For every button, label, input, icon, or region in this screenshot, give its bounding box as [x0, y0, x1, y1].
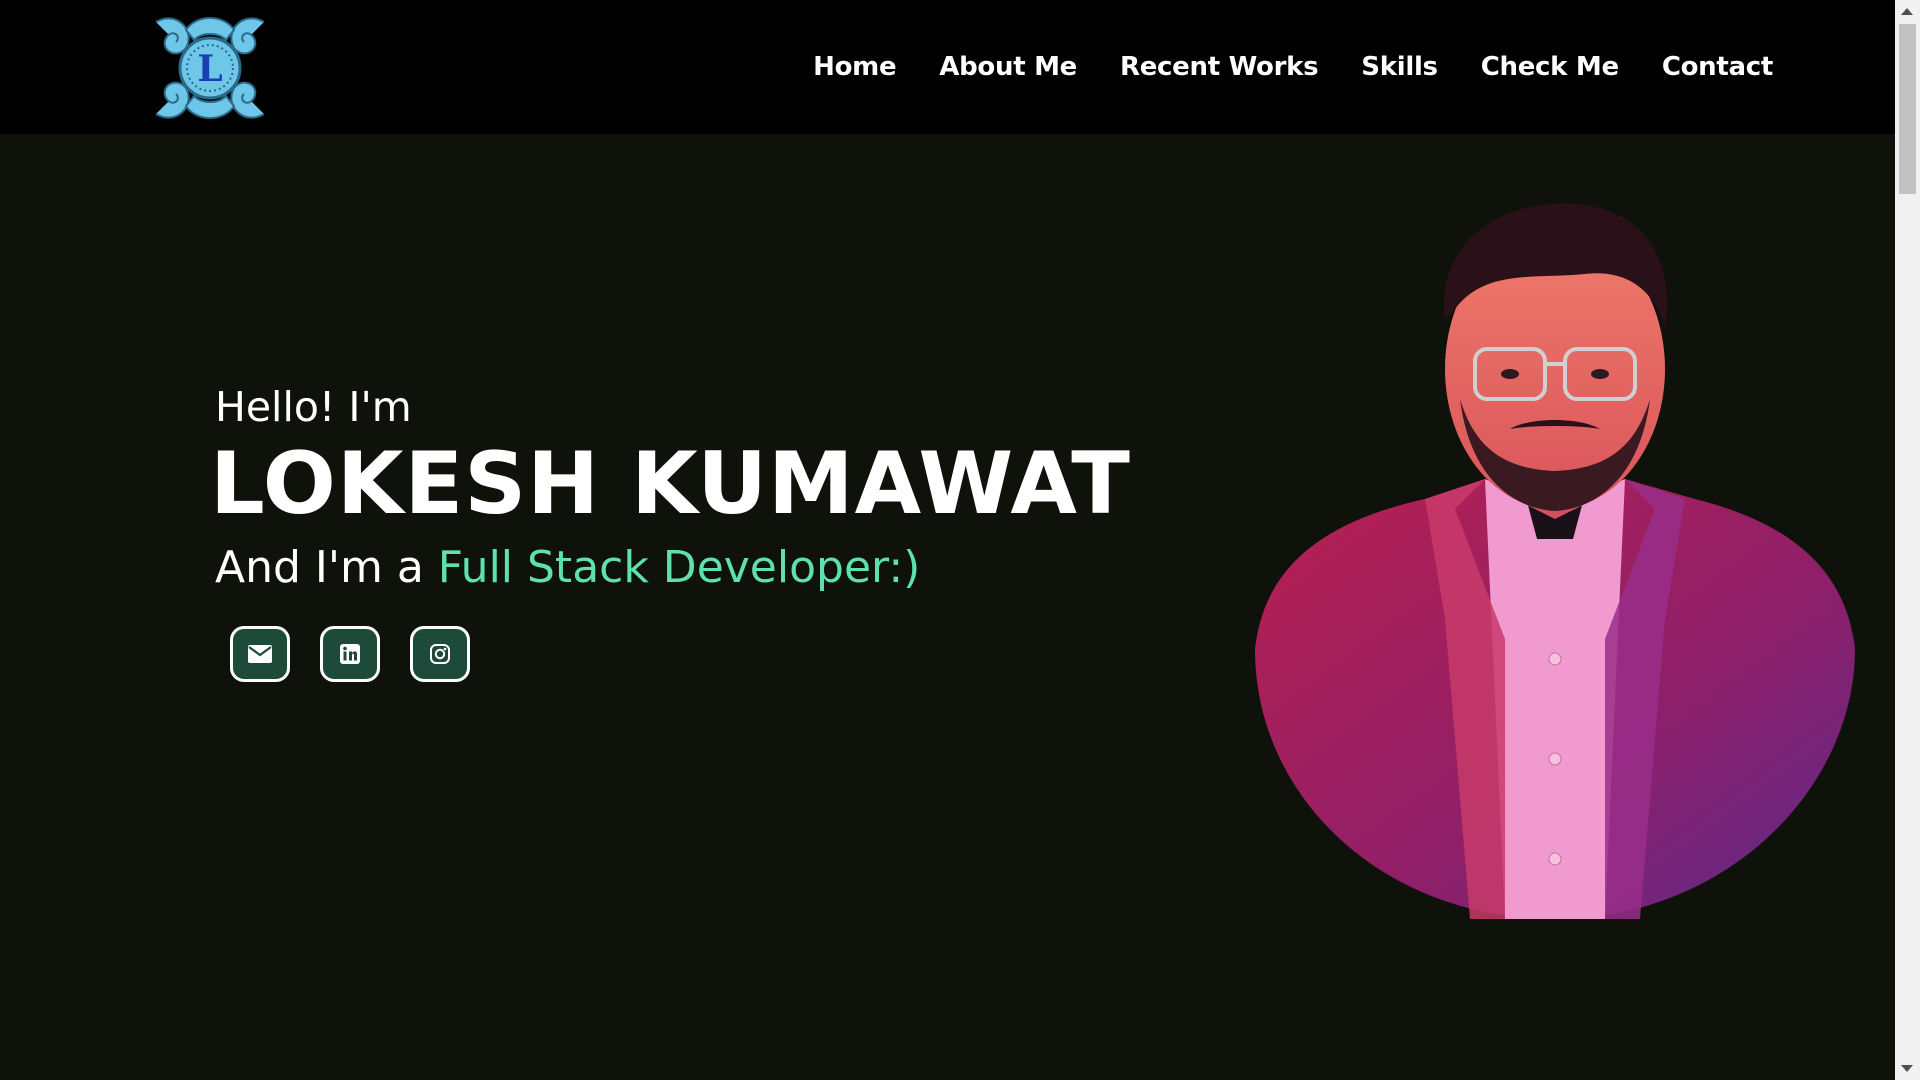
nav-home[interactable]: Home [813, 52, 896, 82]
hero-section: Hello! I'm LOKESH KUMAWAT And I'm a Full… [0, 134, 1895, 1080]
email-button[interactable] [230, 626, 290, 682]
hero-role-prefix: And I'm a [215, 542, 438, 593]
scroll-down-icon[interactable] [1901, 1065, 1913, 1072]
hero-role: Full Stack Developer:) [437, 542, 921, 593]
hero-greeting: Hello! I'm [215, 383, 412, 431]
logo-emblem-icon: L [155, 17, 265, 119]
nav-check-me[interactable]: Check Me [1481, 52, 1619, 82]
site-logo[interactable]: L [146, 10, 274, 126]
linkedin-icon [340, 644, 360, 664]
nav-about-me[interactable]: About Me [939, 52, 1077, 82]
page: L Home About Me Recent Works Skills Chec… [0, 0, 1920, 1080]
linkedin-button[interactable] [320, 626, 380, 682]
portrait-image [1255, 203, 1855, 919]
scroll-thumb[interactable] [1899, 24, 1916, 194]
hero-name: LOKESH KUMAWAT [210, 434, 1131, 534]
page-scrollbar[interactable] [1895, 0, 1920, 1080]
social-links [230, 626, 470, 682]
svg-text:L: L [197, 48, 222, 90]
main-nav: Home About Me Recent Works Skills Check … [813, 0, 1773, 134]
scroll-up-icon[interactable] [1901, 8, 1913, 15]
hero-role-line: And I'm a Full Stack Developer:) [215, 542, 920, 593]
profile-photo [1255, 179, 1855, 919]
nav-recent-works[interactable]: Recent Works [1120, 52, 1319, 82]
nav-skills[interactable]: Skills [1361, 52, 1438, 82]
site-header: L Home About Me Recent Works Skills Chec… [0, 0, 1895, 134]
instagram-icon [430, 644, 450, 664]
mail-icon [248, 645, 272, 663]
instagram-button[interactable] [410, 626, 470, 682]
nav-contact[interactable]: Contact [1662, 52, 1773, 82]
